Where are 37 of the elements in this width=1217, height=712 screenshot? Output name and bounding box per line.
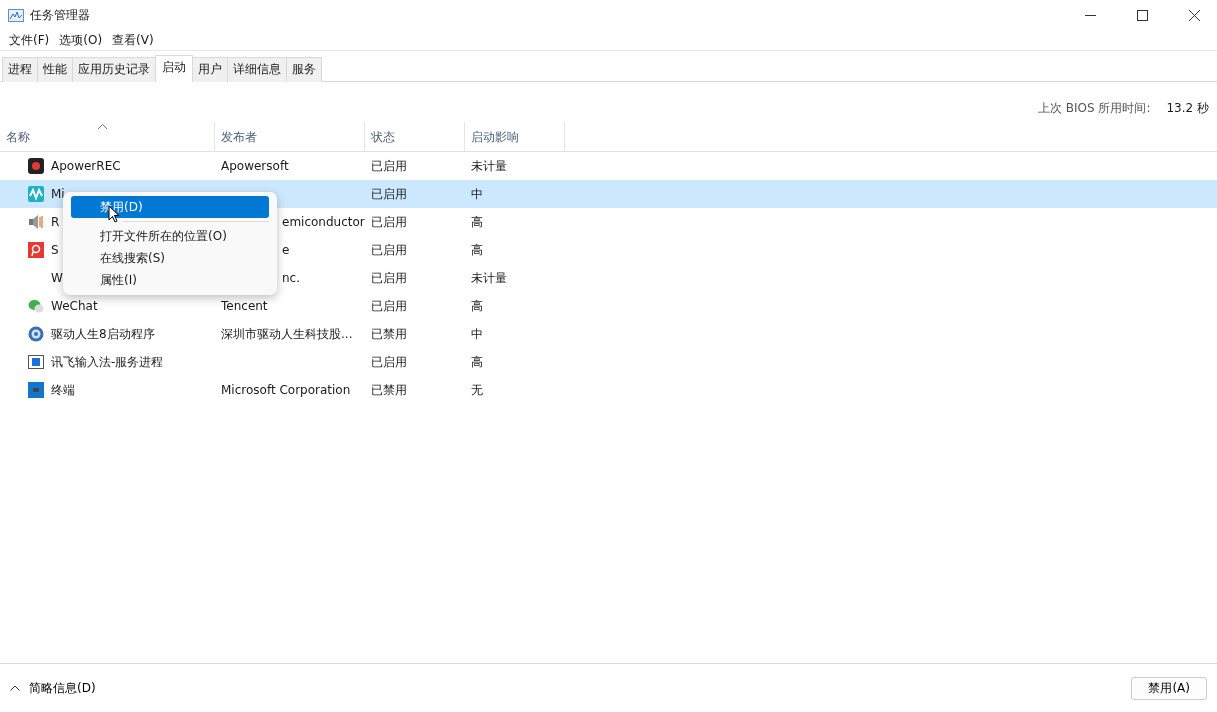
table-cell-text: 中 (470, 325, 484, 343)
table-cell-text: Apowersoft (220, 159, 290, 173)
bios-time-value: 13.2 秒 (1166, 100, 1209, 117)
table-cell-text: 中 (470, 185, 484, 203)
table-cell-text: 已禁用 (370, 325, 408, 343)
table-cell-text: 已启用 (370, 185, 408, 203)
table-cell-text: 已启用 (370, 353, 408, 371)
table-cell-text: 高 (470, 213, 484, 231)
table-cell-text: 高 (470, 353, 484, 371)
table-cell-text: Microsoft Corporation (220, 383, 352, 397)
table-cell-text: 高 (470, 297, 484, 315)
table-cell-text: 已禁用 (370, 381, 408, 399)
table-cell-text: 无 (470, 381, 484, 399)
table-cell: W (51, 271, 63, 285)
table-cell-text: 已启用 (370, 157, 408, 175)
window-title: 任务管理器 (30, 6, 91, 24)
table-cell: R (51, 215, 60, 229)
table-cell: S (51, 243, 59, 257)
table-cell-text: 未计量 (470, 269, 508, 287)
table-cell-text: 高 (470, 241, 484, 259)
table-cell: Mi (51, 187, 65, 201)
table-cell-text: 未计量 (470, 157, 508, 175)
table-cell-text: 已启用 (370, 213, 408, 231)
table-cell-text: 已启用 (370, 269, 408, 287)
table-cell-text: Tencent (220, 299, 269, 313)
table-cell-text: 已启用 (370, 241, 408, 259)
bios-time-label: 上次 BIOS 所用时间: (1037, 100, 1151, 117)
table-cell-text: nc. (281, 271, 302, 285)
table-cell: 驱动人生8启动程序 (51, 325, 155, 343)
table-cell: WeChat (51, 299, 98, 313)
table-cell-text: 深圳市驱动人生科技股... (220, 325, 354, 343)
table-cell: 终端 (51, 381, 75, 399)
table-cell-text: e (281, 243, 291, 257)
table-cell-text: 已启用 (370, 297, 408, 315)
table-cell-text: emiconductor (281, 215, 365, 229)
table-cell: ApowerREC (51, 159, 121, 173)
table-cell: 讯飞输入法-服务进程 (51, 353, 164, 371)
